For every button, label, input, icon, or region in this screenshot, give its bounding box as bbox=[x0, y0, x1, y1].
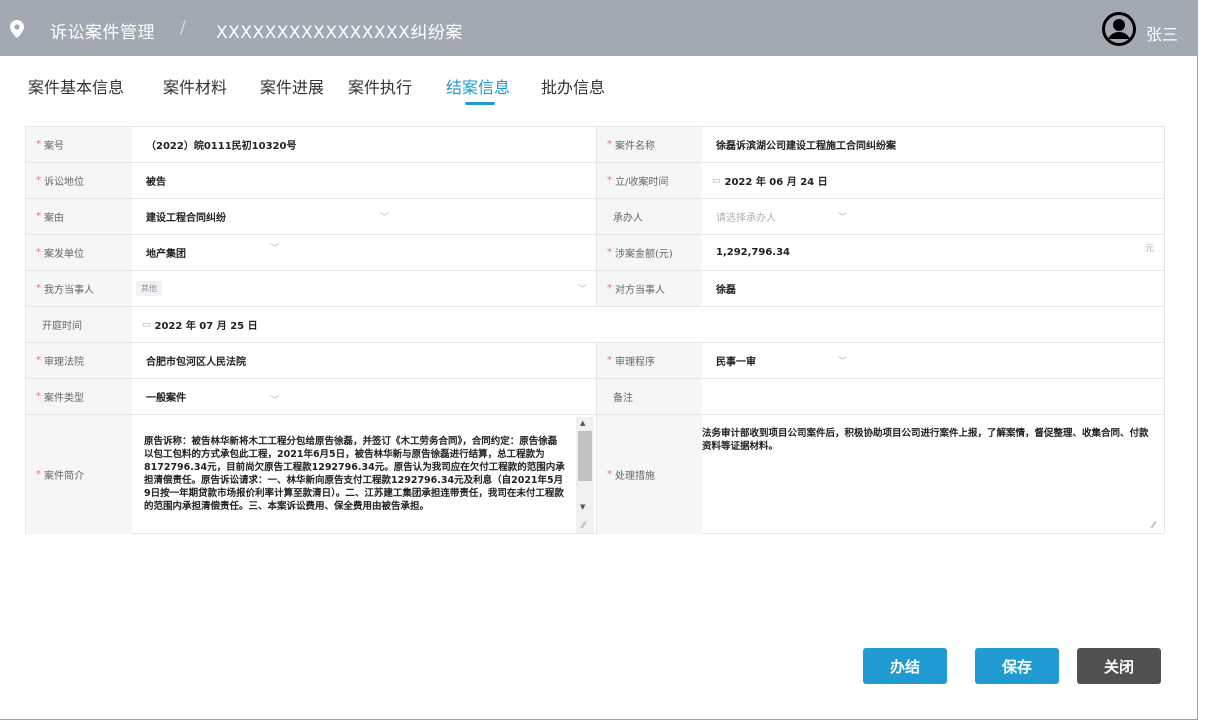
breadcrumb-case: XXXXXXXXXXXXXXXX纠纷案 bbox=[216, 23, 463, 43]
form-row: * 案由 建设工程合同纠纷 ﹀ 承办人 请选择承办人 ﹀ bbox=[26, 199, 1164, 235]
summary-text: 原告诉称：被告林华新将木工工程分包给原告徐磊，并签订《木工劳务合同》，合同约定：… bbox=[144, 436, 565, 512]
summary-scrollbar[interactable]: ▲ ▼ bbox=[576, 417, 594, 533]
resize-handle-icon[interactable]: ⁄⁄ bbox=[582, 521, 585, 531]
case-no-field[interactable]: （2022）皖0111民初10320号 bbox=[132, 127, 596, 162]
hearing-date-label: 开庭时间 bbox=[26, 307, 132, 342]
form-row: * 案件简介 原告诉称：被告林华新将木工工程分包给原告徐磊，并签订《木工劳务合同》… bbox=[26, 415, 1164, 534]
remark-field[interactable] bbox=[702, 379, 1164, 414]
court-value: 合肥市包河区人民法院 bbox=[146, 357, 246, 368]
user-name: 张三 bbox=[1145, 25, 1178, 44]
court-label: * 审理法院 bbox=[26, 343, 132, 378]
scrollbar-thumb[interactable] bbox=[578, 431, 592, 481]
top-bar: 诉讼案件管理 / XXXXXXXXXXXXXXXX纠纷案 张三 bbox=[0, 0, 1198, 56]
calendar-icon: ▭ bbox=[142, 319, 151, 330]
measures-textarea[interactable]: 法务审计部收到项目公司案件后，积极协助项目公司进行案件上报，了解案情，督促整理、… bbox=[702, 415, 1164, 534]
chevron-down-icon: ﹀ bbox=[270, 396, 280, 406]
closure-form: * 案号 （2022）皖0111民初10320号 * 案件名称 徐磊诉滨湖公司建设工… bbox=[25, 126, 1165, 534]
resize-handle-icon[interactable]: ⁄⁄ bbox=[1152, 521, 1155, 531]
cause-select[interactable]: 建设工程合同纠纷 ﹀ bbox=[132, 199, 596, 234]
finish-button[interactable]: 办结 bbox=[863, 648, 947, 684]
hearing-date-picker[interactable]: ▭ 2022 年 07 月 25 日 bbox=[132, 307, 596, 342]
cause-label: * 案由 bbox=[26, 199, 132, 234]
chevron-down-icon: ﹀ bbox=[380, 213, 390, 223]
unit-label: * 案发单位 bbox=[26, 235, 132, 270]
amount-label: * 涉案金额(元) bbox=[596, 235, 702, 270]
hearing-date-value: 2022 年 07 月 25 日 bbox=[154, 321, 258, 332]
litigation-position-label: * 诉讼地位 bbox=[26, 163, 132, 198]
form-row: * 我方当事人 其他 ﹀ * 对方当事人 徐磊 bbox=[26, 271, 1164, 307]
remark-label: 备注 bbox=[596, 379, 702, 414]
amount-unit: 元 bbox=[1144, 244, 1154, 254]
breadcrumb-root[interactable]: 诉讼案件管理 bbox=[50, 18, 155, 43]
tab-execution[interactable]: 案件执行 bbox=[348, 74, 412, 98]
form-row: * 案件类型 一般案件 ﹀ 备注 bbox=[26, 379, 1164, 415]
case-no-value: （2022）皖0111民初10320号 bbox=[146, 141, 297, 152]
opposing-party-field[interactable]: 徐磊 bbox=[702, 271, 1164, 306]
handler-select[interactable]: 请选择承办人 ﹀ bbox=[702, 199, 1164, 234]
filing-date-label: * 立/收案时间 bbox=[596, 163, 702, 198]
form-row: * 案发单位 地产集团 ﹀ * 涉案金额(元) 1,292,796.34 元 bbox=[26, 235, 1164, 271]
our-party-tag[interactable]: 其他 bbox=[136, 281, 162, 296]
opposing-party-value: 徐磊 bbox=[716, 285, 736, 296]
litigation-position-field[interactable]: 被告 bbox=[132, 163, 596, 198]
procedure-value: 民事一审 bbox=[716, 357, 756, 368]
cause-value: 建设工程合同纠纷 bbox=[146, 213, 226, 224]
handler-label: 承办人 bbox=[596, 199, 702, 234]
filing-date-value: 2022 年 06 月 24 日 bbox=[724, 177, 828, 188]
filing-date-picker[interactable]: ▭ 2022 年 06 月 24 日 bbox=[702, 163, 1164, 198]
case-name-value: 徐磊诉滨湖公司建设工程施工合同纠纷案 bbox=[716, 141, 896, 152]
chevron-down-icon: ﹀ bbox=[838, 357, 848, 367]
close-button[interactable]: 关闭 bbox=[1077, 648, 1161, 684]
tab-approval-info[interactable]: 批办信息 bbox=[541, 74, 605, 98]
scroll-up-icon[interactable]: ▲ bbox=[580, 419, 585, 427]
chevron-down-icon: ﹀ bbox=[578, 285, 588, 295]
case-name-label: * 案件名称 bbox=[596, 127, 702, 162]
procedure-select[interactable]: 民事一审 ﹀ bbox=[702, 343, 1164, 378]
measures-text: 法务审计部收到项目公司案件后，积极协助项目公司进行案件上报，了解案情，督促整理、… bbox=[702, 428, 1149, 452]
tab-progress[interactable]: 案件进展 bbox=[260, 74, 324, 98]
breadcrumb-separator: / bbox=[180, 18, 187, 38]
avatar-icon bbox=[1101, 12, 1136, 46]
tab-closure-info[interactable]: 结案信息 bbox=[446, 74, 510, 105]
handler-placeholder: 请选择承办人 bbox=[716, 213, 776, 224]
scroll-down-icon[interactable]: ▼ bbox=[580, 503, 585, 511]
our-party-select[interactable]: 其他 ﹀ bbox=[132, 271, 596, 306]
procedure-label: * 审理程序 bbox=[596, 343, 702, 378]
summary-label: * 案件简介 bbox=[26, 415, 132, 534]
case-type-select[interactable]: 一般案件 ﹀ bbox=[132, 379, 596, 414]
unit-value: 地产集团 bbox=[146, 249, 186, 260]
case-name-field[interactable]: 徐磊诉滨湖公司建设工程施工合同纠纷案 bbox=[702, 127, 1164, 162]
tab-basic-info[interactable]: 案件基本信息 bbox=[28, 74, 124, 98]
amount-value: 1,292,796.34 bbox=[716, 247, 791, 258]
save-button[interactable]: 保存 bbox=[975, 648, 1059, 684]
opposing-party-label: * 对方当事人 bbox=[596, 271, 702, 306]
form-row: 开庭时间 ▭ 2022 年 07 月 25 日 bbox=[26, 307, 1164, 343]
chevron-down-icon: ﹀ bbox=[838, 213, 848, 223]
case-type-label: * 案件类型 bbox=[26, 379, 132, 414]
measures-label: * 处理措施 bbox=[596, 415, 702, 534]
tab-materials[interactable]: 案件材料 bbox=[163, 74, 227, 98]
case-no-label: * 案号 bbox=[26, 127, 132, 162]
case-type-value: 一般案件 bbox=[146, 393, 186, 404]
form-row: * 案号 （2022）皖0111民初10320号 * 案件名称 徐磊诉滨湖公司建设工… bbox=[26, 127, 1164, 163]
form-row: * 诉讼地位 被告 * 立/收案时间 ▭ 2022 年 06 月 24 日 bbox=[26, 163, 1164, 199]
litigation-position-value: 被告 bbox=[146, 177, 166, 188]
user-menu[interactable]: 张三 bbox=[1101, 12, 1178, 46]
location-pin-icon bbox=[10, 20, 24, 38]
court-field[interactable]: 合肥市包河区人民法院 bbox=[132, 343, 596, 378]
unit-select[interactable]: 地产集团 ﹀ bbox=[132, 235, 596, 270]
summary-textarea[interactable]: 原告诉称：被告林华新将木工工程分包给原告徐磊，并签订《木工劳务合同》，合同约定：… bbox=[132, 415, 596, 534]
our-party-label: * 我方当事人 bbox=[26, 271, 132, 306]
form-row: * 审理法院 合肥市包河区人民法院 * 审理程序 民事一审 ﹀ bbox=[26, 343, 1164, 379]
amount-input[interactable]: 1,292,796.34 元 bbox=[702, 235, 1164, 270]
calendar-icon: ▭ bbox=[712, 175, 721, 186]
chevron-down-icon: ﹀ bbox=[270, 244, 280, 254]
